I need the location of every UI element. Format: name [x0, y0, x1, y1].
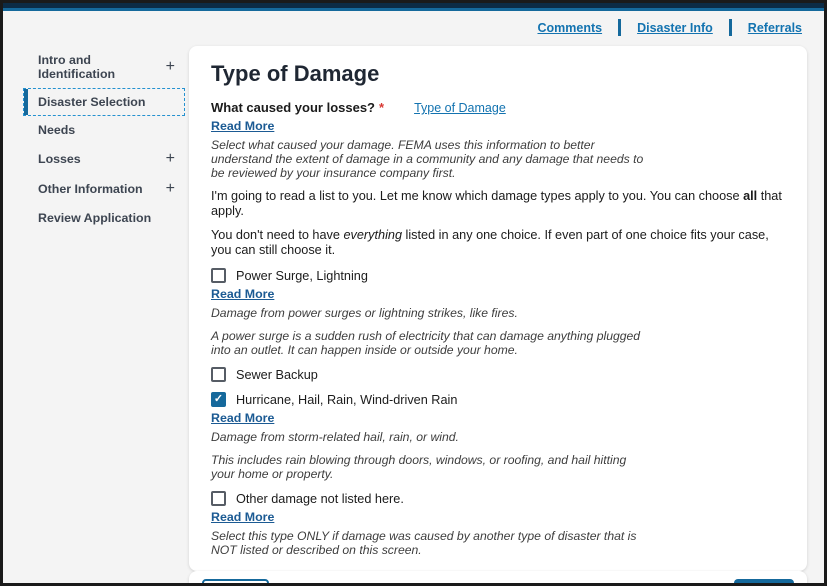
header-link-comments[interactable]: Comments: [537, 21, 602, 35]
checkbox-description: A power surge is a sudden rush of electr…: [211, 329, 785, 357]
page-title: Type of Damage: [211, 61, 785, 87]
header: Comments Disaster Info Referrals: [3, 11, 824, 44]
divider: [618, 19, 621, 36]
checkbox-group-power-surge: ✓ Power Surge, Lightning Read More Damag…: [211, 268, 785, 357]
checkbox-power-surge[interactable]: ✓: [211, 268, 226, 283]
footer-bar: Back Next: [189, 571, 807, 583]
intro-2-italic: everything: [343, 228, 402, 242]
header-link-referrals[interactable]: Referrals: [748, 21, 802, 35]
main-card: Type of Damage What caused your losses? …: [189, 46, 807, 571]
plus-icon[interactable]: +: [166, 59, 175, 75]
question-read-more-link[interactable]: Read More: [211, 119, 274, 133]
app-window: Comments Disaster Info Referrals Intro a…: [0, 0, 827, 586]
checkbox-label[interactable]: Sewer Backup: [236, 368, 318, 382]
plus-icon[interactable]: +: [166, 181, 175, 197]
checkbox-row[interactable]: ✓ Sewer Backup: [211, 367, 785, 382]
checkmark-icon: ✓: [214, 394, 223, 405]
intro-paragraph-1: I'm going to read a list to you. Let me …: [211, 189, 785, 219]
question-row: What caused your losses? * Type of Damag…: [211, 100, 785, 115]
checkbox-group-sewer-backup: ✓ Sewer Backup: [211, 367, 785, 382]
body-row: Intro and Identification + Disaster Sele…: [3, 44, 824, 583]
question-description: Select what caused your damage. FEMA use…: [211, 138, 785, 180]
sidebar-item-other-information[interactable]: Other Information +: [23, 174, 185, 204]
checkbox-hurricane[interactable]: ✓: [211, 392, 226, 407]
main-column: Type of Damage What caused your losses? …: [189, 44, 807, 583]
intro-1-bold: all: [743, 189, 757, 203]
checkbox-description: Select this type ONLY if damage was caus…: [211, 529, 785, 557]
sidebar-item-review-application[interactable]: Review Application: [23, 204, 185, 232]
read-more-link[interactable]: Read More: [211, 510, 274, 524]
active-indicator: [24, 89, 28, 115]
read-more-link[interactable]: Read More: [211, 411, 274, 425]
back-button[interactable]: Back: [202, 579, 269, 583]
read-more-link[interactable]: Read More: [211, 287, 274, 301]
plus-icon[interactable]: +: [166, 151, 175, 167]
header-link-disaster-info[interactable]: Disaster Info: [637, 21, 713, 35]
checkbox-row[interactable]: ✓ Other damage not listed here.: [211, 491, 785, 506]
divider: [729, 19, 732, 36]
sidebar-item-intro-and-identification[interactable]: Intro and Identification +: [23, 46, 185, 88]
checkbox-description: Damage from power surges or lightning st…: [211, 306, 785, 320]
type-of-damage-link[interactable]: Type of Damage: [414, 101, 506, 115]
sidebar-item-label: Disaster Selection: [38, 95, 145, 109]
intro-1-pre: I'm going to read a list to you. Let me …: [211, 189, 743, 203]
sidebar-item-label: Losses: [38, 152, 81, 166]
required-marker: *: [379, 100, 384, 115]
intro-2-pre: You don't need to have: [211, 228, 343, 242]
next-button[interactable]: Next: [734, 579, 794, 583]
sidebar-item-label: Review Application: [38, 211, 151, 225]
intro-paragraph-2: You don't need to have everything listed…: [211, 228, 785, 258]
sidebar: Intro and Identification + Disaster Sele…: [23, 44, 185, 583]
sidebar-item-needs[interactable]: Needs: [23, 116, 185, 144]
checkbox-label[interactable]: Other damage not listed here.: [236, 492, 404, 506]
checkbox-row[interactable]: ✓ Hurricane, Hail, Rain, Wind-driven Rai…: [211, 392, 785, 407]
checkbox-group-hurricane: ✓ Hurricane, Hail, Rain, Wind-driven Rai…: [211, 392, 785, 481]
sidebar-item-disaster-selection[interactable]: Disaster Selection: [23, 88, 185, 116]
checkbox-description: This includes rain blowing through doors…: [211, 453, 785, 481]
sidebar-item-label: Needs: [38, 123, 75, 137]
checkbox-other-damage[interactable]: ✓: [211, 491, 226, 506]
question-label: What caused your losses?: [211, 100, 375, 115]
sidebar-item-losses[interactable]: Losses +: [23, 144, 185, 174]
checkbox-group-other-damage: ✓ Other damage not listed here. Read Mor…: [211, 491, 785, 557]
checkbox-label[interactable]: Hurricane, Hail, Rain, Wind-driven Rain: [236, 393, 457, 407]
checkbox-description: Damage from storm-related hail, rain, or…: [211, 430, 785, 444]
checkbox-row[interactable]: ✓ Power Surge, Lightning: [211, 268, 785, 283]
sidebar-item-label: Intro and Identification: [38, 53, 166, 81]
checkbox-sewer-backup[interactable]: ✓: [211, 367, 226, 382]
checkbox-label[interactable]: Power Surge, Lightning: [236, 269, 368, 283]
sidebar-item-label: Other Information: [38, 182, 143, 196]
